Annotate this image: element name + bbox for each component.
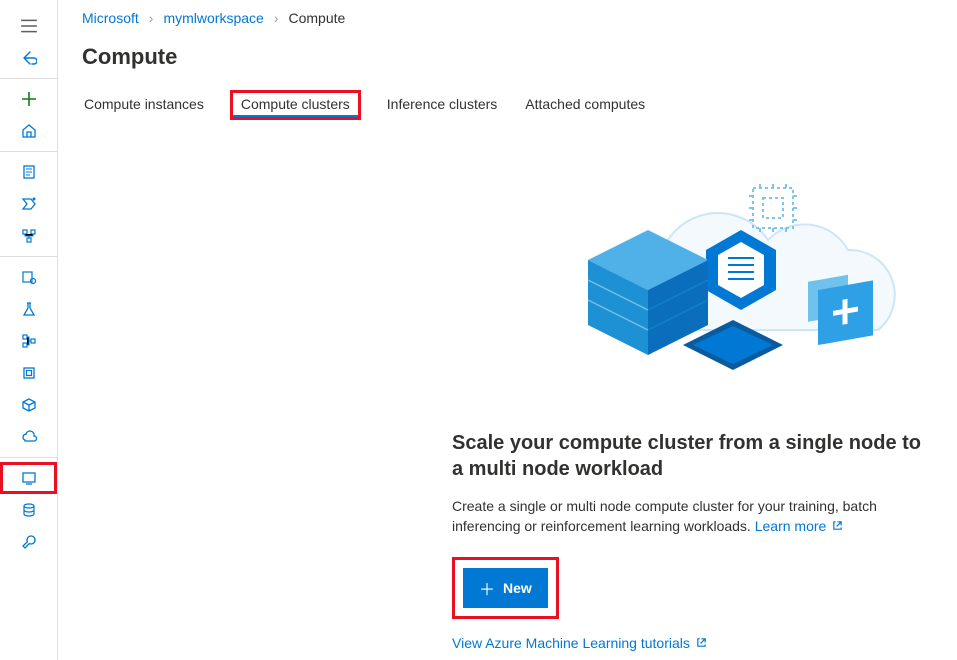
sidebar-datasets[interactable] <box>0 261 57 293</box>
pipelines-icon <box>21 333 37 349</box>
sidebar-compute[interactable] <box>0 462 57 494</box>
sidebar-menu-toggle[interactable] <box>0 10 57 42</box>
new-button[interactable]: ＋ New <box>463 568 548 608</box>
empty-state-description: Create a single or multi node compute cl… <box>452 496 933 537</box>
back-icon <box>21 50 37 66</box>
tab-attached-computes[interactable]: Attached computes <box>523 90 647 120</box>
cloud-icon <box>21 429 37 445</box>
flask-icon <box>21 301 37 317</box>
breadcrumb-link-workspace[interactable]: mymlworkspace <box>163 10 263 26</box>
empty-state-headline: Scale your compute cluster from a single… <box>452 430 933 482</box>
plus-icon: ＋ <box>479 576 495 600</box>
hamburger-icon <box>20 17 38 35</box>
chevron-right-icon: › <box>274 10 279 26</box>
wrench-icon <box>21 534 37 550</box>
empty-state: Scale your compute cluster from a single… <box>82 150 933 651</box>
chevron-right-icon: › <box>149 10 154 26</box>
models-icon <box>21 365 37 381</box>
main-content: Microsoft › mymlworkspace › Compute Comp… <box>58 0 957 660</box>
sidebar-experiments[interactable] <box>0 293 57 325</box>
plus-icon <box>21 91 37 107</box>
tab-compute-instances[interactable]: Compute instances <box>82 90 206 120</box>
notebook-icon <box>21 164 37 180</box>
tabs: Compute instances Compute clusters Infer… <box>82 90 933 120</box>
sidebar-cloud[interactable] <box>0 421 57 453</box>
breadcrumb-link-microsoft[interactable]: Microsoft <box>82 10 139 26</box>
cube-icon <box>21 397 37 413</box>
home-icon <box>21 123 37 139</box>
external-link-icon <box>832 520 843 531</box>
automl-icon <box>21 196 37 212</box>
breadcrumb-current: Compute <box>289 10 346 26</box>
breadcrumb: Microsoft › mymlworkspace › Compute <box>82 10 933 26</box>
tab-inference-clusters[interactable]: Inference clusters <box>385 90 500 120</box>
sidebar-home[interactable] <box>0 115 57 147</box>
learn-more-link[interactable]: Learn more <box>755 518 843 534</box>
sidebar-designer[interactable] <box>0 220 57 252</box>
page-title: Compute <box>82 44 933 70</box>
sidebar-add[interactable] <box>0 83 57 115</box>
designer-icon <box>21 228 37 244</box>
datasets-icon <box>21 269 37 285</box>
sidebar-automl[interactable] <box>0 188 57 220</box>
sidebar-pipelines[interactable] <box>0 325 57 357</box>
tab-compute-clusters[interactable]: Compute clusters <box>230 90 361 120</box>
sidebar-datastores[interactable] <box>0 494 57 526</box>
sidebar-endpoints[interactable] <box>0 389 57 421</box>
sidebar-environments[interactable] <box>0 526 57 558</box>
sidebar <box>0 0 58 660</box>
datastore-icon <box>21 502 37 518</box>
sidebar-notebooks[interactable] <box>0 156 57 188</box>
compute-icon <box>21 470 37 486</box>
illustration <box>478 150 908 410</box>
tutorials-link[interactable]: View Azure Machine Learning tutorials <box>452 635 707 651</box>
sidebar-models[interactable] <box>0 357 57 389</box>
external-link-icon <box>696 637 707 648</box>
sidebar-back[interactable] <box>0 42 57 74</box>
